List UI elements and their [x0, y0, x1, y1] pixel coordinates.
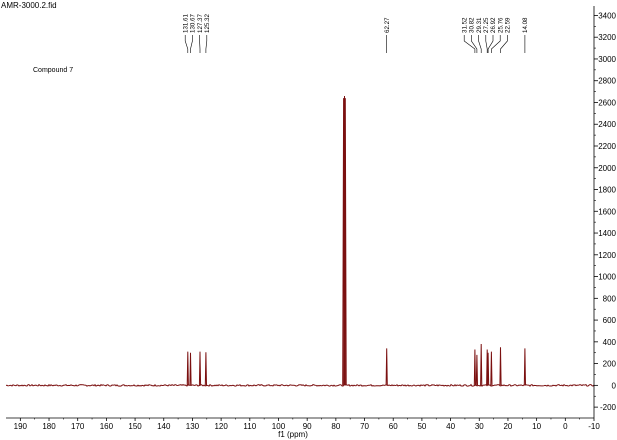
peak-label: 125.32	[204, 14, 211, 33]
y-axis: -200 0 200 400 600 800 1000 1200 1400 1600 1800 200…	[593, 6, 617, 418]
y-tick-label: 2000	[598, 164, 616, 173]
y-tick-label: 600	[603, 316, 617, 325]
y-tick-label: 3400	[598, 11, 616, 20]
y-tick-label: 1400	[598, 229, 616, 238]
peak-label-leader	[478, 35, 482, 53]
y-tick-label: 800	[603, 294, 617, 303]
y-tick-label: 2200	[598, 142, 616, 151]
spectrum-baseline	[5, 383, 595, 387]
x-tick-label: 170	[71, 422, 85, 431]
spectrum-peak	[186, 351, 189, 386]
peak-label: 27.25	[483, 17, 490, 33]
y-tick-label: 3200	[598, 33, 616, 42]
spectrum-peak	[475, 354, 478, 386]
peak-label: 14.08	[522, 17, 529, 33]
peak-label: 130.67	[190, 14, 197, 33]
x-tick-label: 60	[389, 422, 398, 431]
x-tick-label: 120	[214, 422, 228, 431]
peak-label-leader	[471, 35, 478, 53]
spectrum-peak	[198, 351, 202, 386]
x-tick-label: 110	[243, 422, 256, 431]
x-tick-label: 80	[331, 422, 340, 431]
x-tick-label: 30	[475, 422, 484, 431]
spectrum-peak	[499, 347, 502, 386]
x-tick-label: -10	[588, 422, 600, 431]
y-tick-label: 2400	[598, 120, 616, 129]
x-tick-label: 20	[503, 422, 512, 431]
spectrum-peak	[189, 352, 192, 386]
peak-label-group: 131.61 130.67 127.37 125.32	[182, 14, 211, 53]
x-axis-label: f1 (ppm)	[278, 430, 308, 439]
y-tick-label: 2800	[598, 77, 616, 86]
y-tick-label: 0	[612, 381, 617, 390]
peak-label-leader	[487, 35, 494, 53]
y-tick-label: 400	[603, 338, 617, 347]
peak-label-group: 14.08	[522, 17, 529, 53]
peak-label-leader	[485, 35, 488, 53]
y-tick-label: 2600	[598, 98, 616, 107]
spectrum-peak	[480, 343, 483, 386]
x-tick-label: 0	[563, 422, 568, 431]
y-tick-label: 1800	[598, 186, 616, 195]
x-tick-label: 150	[128, 422, 142, 431]
spectrum-layer	[5, 95, 595, 387]
y-tick-label: 200	[603, 360, 617, 369]
x-tick-label: 140	[157, 422, 171, 431]
spectrum-peak	[204, 352, 207, 386]
x-tick-label: 180	[42, 422, 56, 431]
spectrum-peak	[385, 348, 388, 386]
y-tick-label: -200	[600, 403, 617, 412]
x-tick-label: 70	[360, 422, 369, 431]
y-tick-label: 3000	[598, 55, 616, 64]
y-tick-label: 1000	[598, 273, 616, 282]
x-tick-label: 160	[100, 422, 114, 431]
peak-label: 127.37	[197, 14, 204, 33]
x-tick-label: 190	[14, 422, 28, 431]
peak-label: 62.27	[384, 17, 391, 33]
peak-label: 29.31	[476, 17, 483, 33]
nmr-spectrum-chart: 131.61 130.67 127.37 125.32 62.27 31.52 30.82 2…	[5, 6, 617, 439]
peak-label-group: 31.52 30.82 29.31 27.25 26.92 25.76 22.59	[461, 17, 512, 53]
spectrum-peak	[490, 351, 493, 386]
peak-label-group: 62.27	[384, 17, 391, 53]
peak-label: 30.82	[469, 17, 476, 33]
peak-label: 25.76	[497, 17, 504, 33]
x-tick-label: 40	[446, 422, 455, 431]
y-tick-label: 1200	[598, 251, 616, 260]
peak-label: 31.52	[461, 17, 468, 33]
y-tick-label: 1600	[598, 207, 616, 216]
peak-label: 22.59	[505, 17, 512, 33]
peak-label-leader	[184, 35, 189, 53]
peak-label-leader	[190, 35, 193, 53]
x-tick-label: 130	[186, 422, 200, 431]
x-tick-label: 10	[532, 422, 541, 431]
peak-label-leader	[205, 35, 208, 53]
spectrum-peak	[523, 348, 526, 386]
spectrum-peak	[473, 349, 476, 386]
peak-label-layer: 131.61 130.67 127.37 125.32 62.27 31.52 30.82 2…	[182, 14, 529, 53]
peak-label: 26.92	[490, 17, 497, 33]
x-tick-label: 50	[417, 422, 426, 431]
peak-label-leader	[500, 35, 508, 53]
peak-label: 131.61	[182, 14, 189, 33]
